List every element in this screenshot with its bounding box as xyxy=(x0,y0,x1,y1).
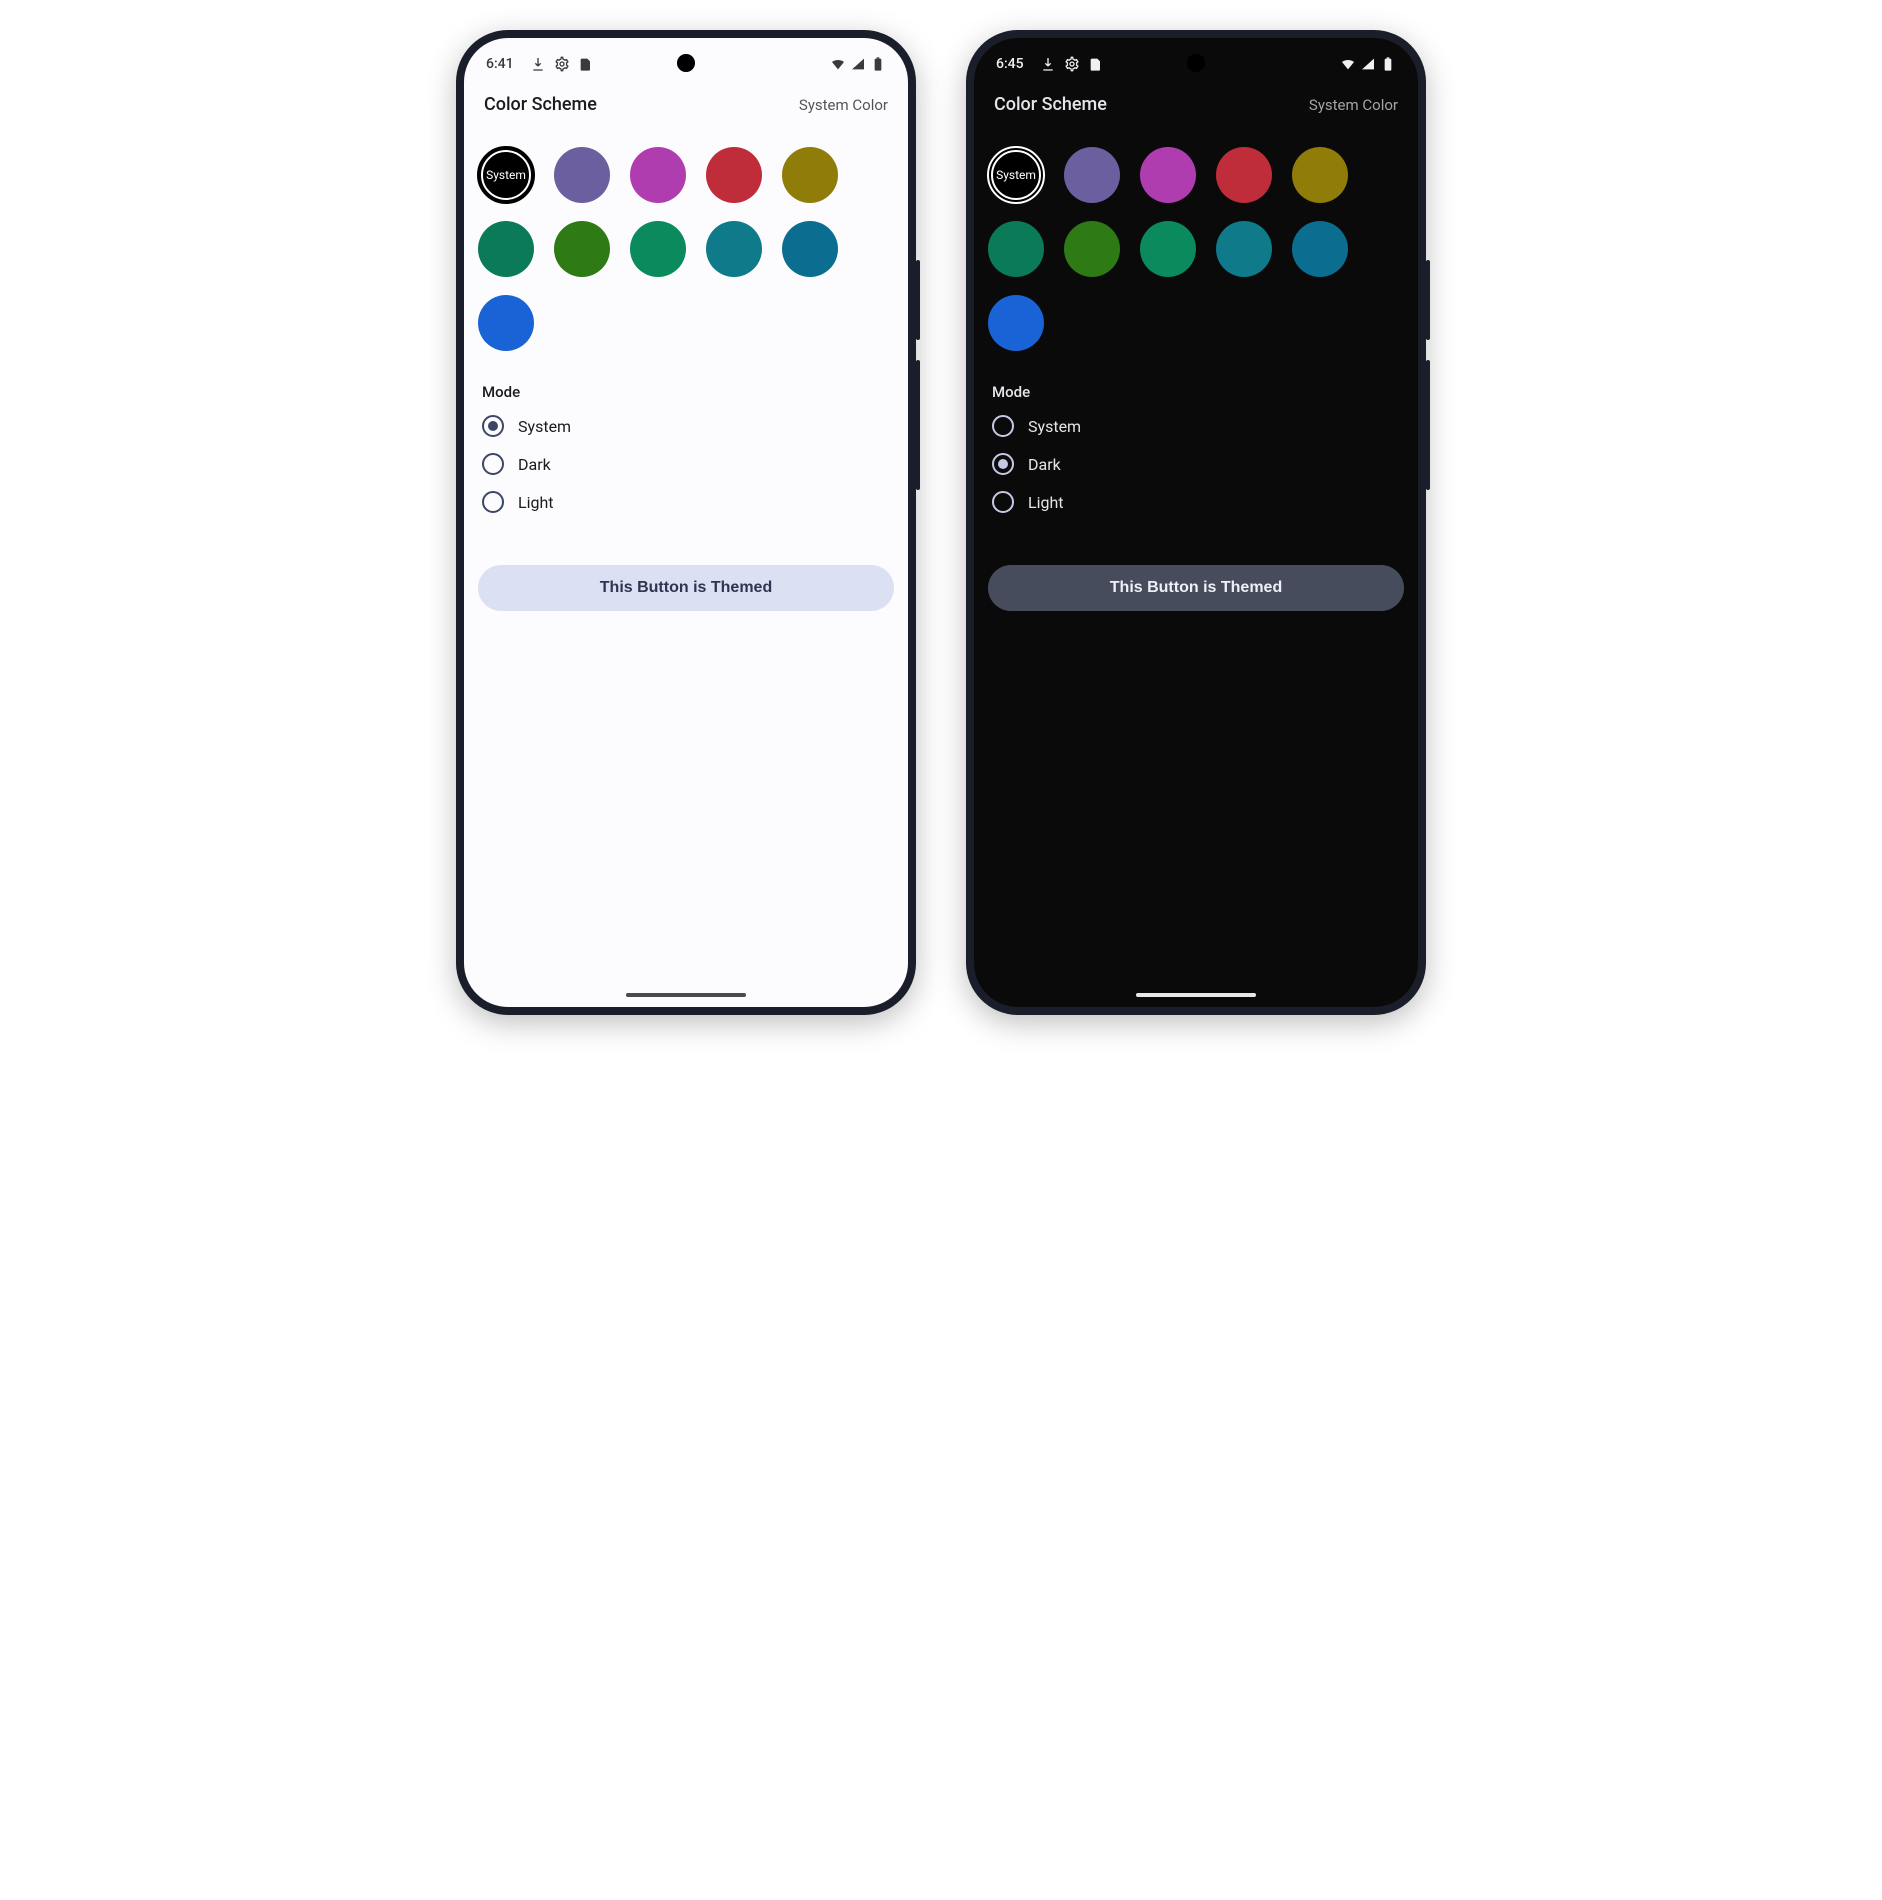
download-icon xyxy=(1040,56,1056,72)
wifi-icon xyxy=(1340,56,1356,72)
mode-radio-group: System Dark Light xyxy=(464,409,908,519)
camera-cutout xyxy=(1187,54,1205,72)
status-time: 6:45 xyxy=(996,56,1032,72)
swatch-color-6[interactable] xyxy=(1140,221,1196,277)
radio-dot-icon xyxy=(482,491,504,513)
mode-radio-system[interactable]: System xyxy=(984,409,1408,443)
download-icon xyxy=(530,56,546,72)
page-header: Color Scheme System Color xyxy=(974,84,1418,121)
color-swatch-grid: System xyxy=(974,121,1418,359)
page-title: Color Scheme xyxy=(484,94,597,115)
gear-icon xyxy=(554,56,570,72)
swatch-color-9[interactable] xyxy=(988,295,1044,351)
swatch-color-7[interactable] xyxy=(1216,221,1272,277)
page-title: Color Scheme xyxy=(994,94,1107,115)
mode-radio-dark[interactable]: Dark xyxy=(474,447,898,481)
swatch-system-label: System xyxy=(996,168,1036,182)
swatch-color-0[interactable] xyxy=(554,147,610,203)
color-swatch-grid: System xyxy=(464,121,908,359)
swatch-color-8[interactable] xyxy=(1292,221,1348,277)
status-time: 6:41 xyxy=(486,56,522,72)
swatch-color-2[interactable] xyxy=(1216,147,1272,203)
swatch-color-6[interactable] xyxy=(630,221,686,277)
swatch-system[interactable]: System xyxy=(988,147,1044,203)
battery-icon xyxy=(1380,56,1396,72)
swatch-color-3[interactable] xyxy=(782,147,838,203)
swatch-color-3[interactable] xyxy=(1292,147,1348,203)
system-color-action[interactable]: System Color xyxy=(799,96,888,114)
mode-label: Mode xyxy=(974,359,1418,409)
screen-dark: 6:45 Color Scheme System Color xyxy=(974,38,1418,1007)
battery-icon xyxy=(870,56,886,72)
swatch-color-8[interactable] xyxy=(782,221,838,277)
themed-button[interactable]: This Button is Themed xyxy=(988,565,1404,611)
radio-dot-icon xyxy=(482,415,504,437)
mode-radio-light[interactable]: Light xyxy=(474,485,898,519)
home-indicator[interactable] xyxy=(626,993,746,997)
phone-frame-dark: 6:45 Color Scheme System Color xyxy=(966,30,1426,1015)
swatch-color-7[interactable] xyxy=(706,221,762,277)
swatch-color-2[interactable] xyxy=(706,147,762,203)
home-indicator[interactable] xyxy=(1136,993,1256,997)
swatch-color-5[interactable] xyxy=(1064,221,1120,277)
phone-frame-light: 6:41 Color Scheme System Color xyxy=(456,30,916,1015)
radio-dot-icon xyxy=(992,453,1014,475)
radio-dot-icon xyxy=(482,453,504,475)
mode-radio-light[interactable]: Light xyxy=(984,485,1408,519)
radio-label: Dark xyxy=(518,455,551,474)
mode-radio-group: System Dark Light xyxy=(974,409,1418,519)
gear-icon xyxy=(1064,56,1080,72)
swatch-system[interactable]: System xyxy=(478,147,534,203)
radio-label: System xyxy=(1028,417,1081,436)
swatch-color-4[interactable] xyxy=(988,221,1044,277)
radio-dot-icon xyxy=(992,491,1014,513)
radio-label: Light xyxy=(518,493,554,512)
radio-label: System xyxy=(518,417,571,436)
sd-card-icon xyxy=(1088,56,1104,72)
swatch-color-5[interactable] xyxy=(554,221,610,277)
radio-label: Light xyxy=(1028,493,1064,512)
swatch-color-1[interactable] xyxy=(630,147,686,203)
mode-radio-system[interactable]: System xyxy=(474,409,898,443)
radio-label: Dark xyxy=(1028,455,1061,474)
swatch-color-4[interactable] xyxy=(478,221,534,277)
system-color-action[interactable]: System Color xyxy=(1309,96,1398,114)
cell-signal-icon xyxy=(850,56,866,72)
wifi-icon xyxy=(830,56,846,72)
swatch-color-1[interactable] xyxy=(1140,147,1196,203)
radio-dot-icon xyxy=(992,415,1014,437)
themed-button[interactable]: This Button is Themed xyxy=(478,565,894,611)
swatch-color-9[interactable] xyxy=(478,295,534,351)
screen-light: 6:41 Color Scheme System Color xyxy=(464,38,908,1007)
swatch-system-label: System xyxy=(486,168,526,182)
swatch-color-0[interactable] xyxy=(1064,147,1120,203)
mode-label: Mode xyxy=(464,359,908,409)
cell-signal-icon xyxy=(1360,56,1376,72)
mode-radio-dark[interactable]: Dark xyxy=(984,447,1408,481)
sd-card-icon xyxy=(578,56,594,72)
camera-cutout xyxy=(677,54,695,72)
page-header: Color Scheme System Color xyxy=(464,84,908,121)
